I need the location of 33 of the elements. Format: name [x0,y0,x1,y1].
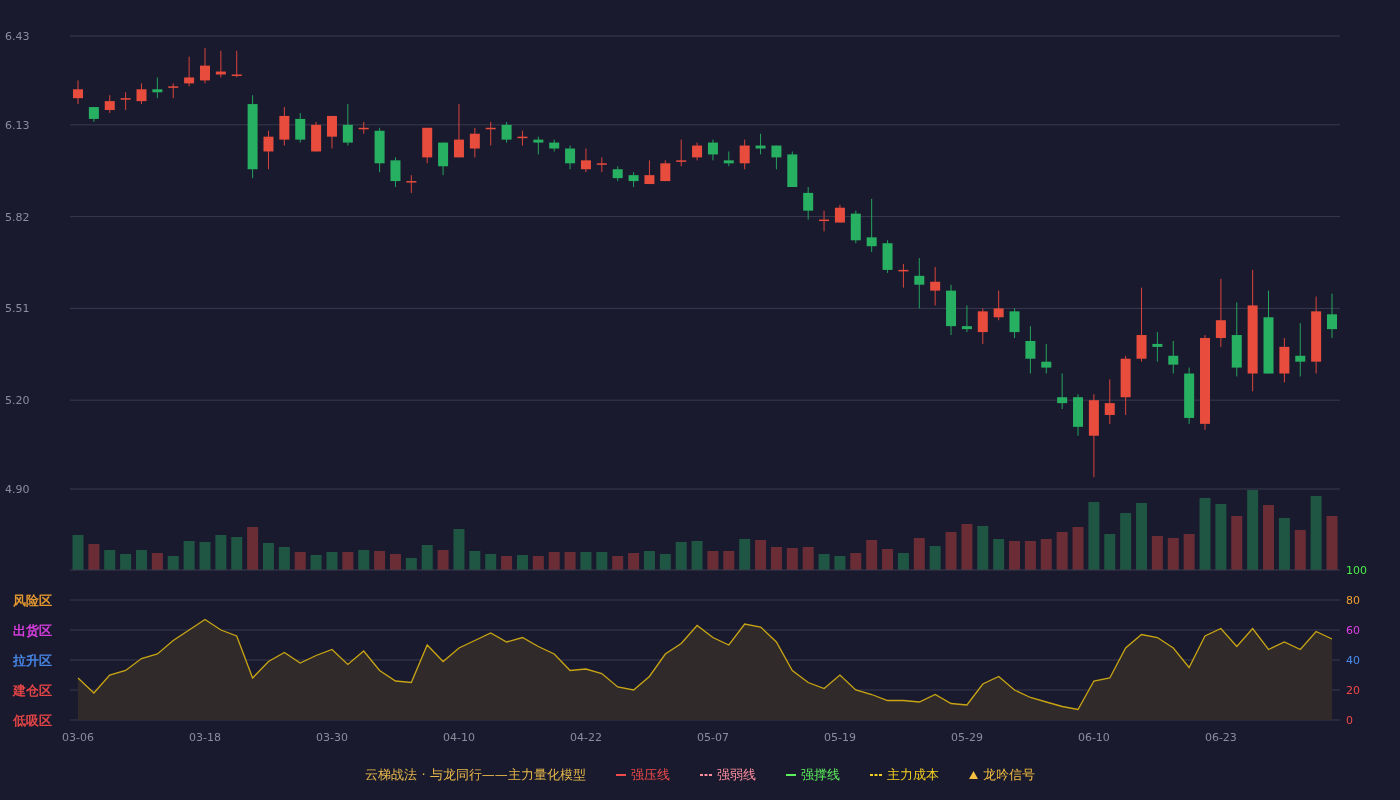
axis-label: 0 [1346,714,1353,727]
axis-label: 5.20 [5,394,30,408]
zone-label: 风险区 [13,593,52,608]
zone-label: 低吸区 [13,713,52,728]
legend-label: 强撑线 [800,766,840,784]
date-label: 05-29 [950,731,983,744]
zone-label: 出货区 [13,623,52,638]
date-label: 05-19 [823,731,856,744]
axis-label: 20 [1346,684,1360,697]
date-label: 03-18 [189,731,221,744]
legend-label: 强弱线 [716,766,756,784]
date-label: 06-10 [1077,731,1110,744]
zone-label: 拉升区 [13,653,52,668]
date-label: 03-30 [316,731,348,744]
axis-label: 6.13 [5,118,30,132]
date-label: 06-23 [1204,731,1237,744]
zone-label: 建仓区 [13,683,52,698]
axis-label: 60 [1346,624,1360,637]
legend-label: 主力成本 [886,766,939,784]
axis-label: 5.51 [5,302,30,316]
date-label: 04-10 [443,731,475,744]
date-label: 05-07 [696,731,729,744]
axis-label: 5.82 [5,210,30,224]
date-label: 03-06 [62,731,94,744]
axis-label: 4.90 [5,483,30,496]
legend-label: 龙吟信号 [982,766,1035,784]
axis-label: 6.43 [5,30,30,43]
legend-title: 云梯战法 · 与龙同行——主力量化模型 [365,766,586,784]
date-label: 04-22 [569,731,602,744]
axis-label: 80 [1346,594,1360,607]
axis-label: 40 [1346,654,1360,667]
axis-label: 100 [1346,564,1367,577]
legend-label: 强压线 [630,766,670,784]
